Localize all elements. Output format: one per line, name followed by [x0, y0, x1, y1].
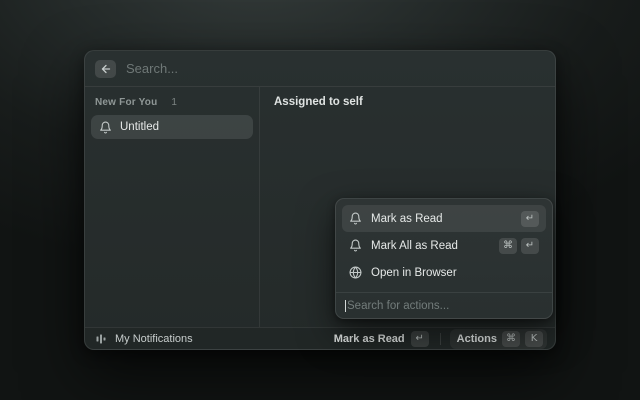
my-notifications-icon: [95, 333, 107, 345]
text-cursor: [345, 300, 346, 312]
desktop-background: New For You 1 Untitled Assigned to self: [0, 0, 640, 400]
action-mark-all-as-read[interactable]: Mark All as Read ⌘ ↵: [342, 232, 546, 259]
action-label: Mark as Read: [371, 213, 512, 225]
back-button[interactable]: [95, 60, 116, 78]
arrow-left-icon: [100, 63, 112, 75]
shortcut-keys: ⌘ ↵: [499, 238, 539, 254]
key-k: K: [525, 331, 543, 347]
status-app-name: My Notifications: [115, 333, 193, 345]
shortcut-keys: ↵: [521, 211, 539, 227]
actions-popup-list: Mark as Read ↵ Mark All as Read ⌘: [336, 199, 552, 292]
action-open-in-browser[interactable]: Open in Browser: [342, 259, 546, 286]
status-bar-divider: [440, 333, 441, 345]
bell-icon: [99, 121, 112, 134]
primary-action-button[interactable]: Mark as Read ↵: [332, 329, 431, 349]
primary-action-label: Mark as Read: [334, 333, 405, 345]
actions-search-row: [336, 292, 552, 318]
actions-button-label: Actions: [457, 333, 497, 345]
section-count: 1: [171, 97, 177, 108]
list-item-untitled[interactable]: Untitled: [91, 115, 253, 139]
search-input[interactable]: [126, 61, 545, 76]
section-header: New For You 1: [91, 95, 253, 115]
actions-popup: Mark as Read ↵ Mark All as Read ⌘: [335, 198, 553, 319]
status-bar-left: My Notifications: [95, 333, 332, 345]
section-title: New For You: [95, 97, 157, 108]
detail-title: Assigned to self: [274, 96, 541, 108]
key-return: ↵: [521, 238, 539, 254]
action-mark-as-read[interactable]: Mark as Read ↵: [342, 205, 546, 232]
key-command: ⌘: [502, 331, 520, 347]
raycast-window: New For You 1 Untitled Assigned to self: [84, 50, 556, 350]
actions-search-input[interactable]: [347, 300, 543, 312]
key-return: ↵: [411, 331, 429, 347]
actions-button[interactable]: Actions ⌘ K: [450, 329, 547, 349]
search-header: [85, 51, 555, 87]
bell-icon: [349, 239, 362, 252]
key-return: ↵: [521, 211, 539, 227]
status-bar-right: Mark as Read ↵ Actions ⌘ K: [332, 329, 547, 349]
bell-icon: [349, 212, 362, 225]
globe-icon: [349, 266, 362, 279]
action-label: Open in Browser: [371, 267, 539, 279]
key-command: ⌘: [499, 238, 517, 254]
notifications-sidebar: New For You 1 Untitled: [85, 87, 260, 327]
status-bar: My Notifications Mark as Read ↵ Actions …: [85, 327, 555, 349]
list-item-label: Untitled: [120, 121, 159, 133]
action-label: Mark All as Read: [371, 240, 490, 252]
